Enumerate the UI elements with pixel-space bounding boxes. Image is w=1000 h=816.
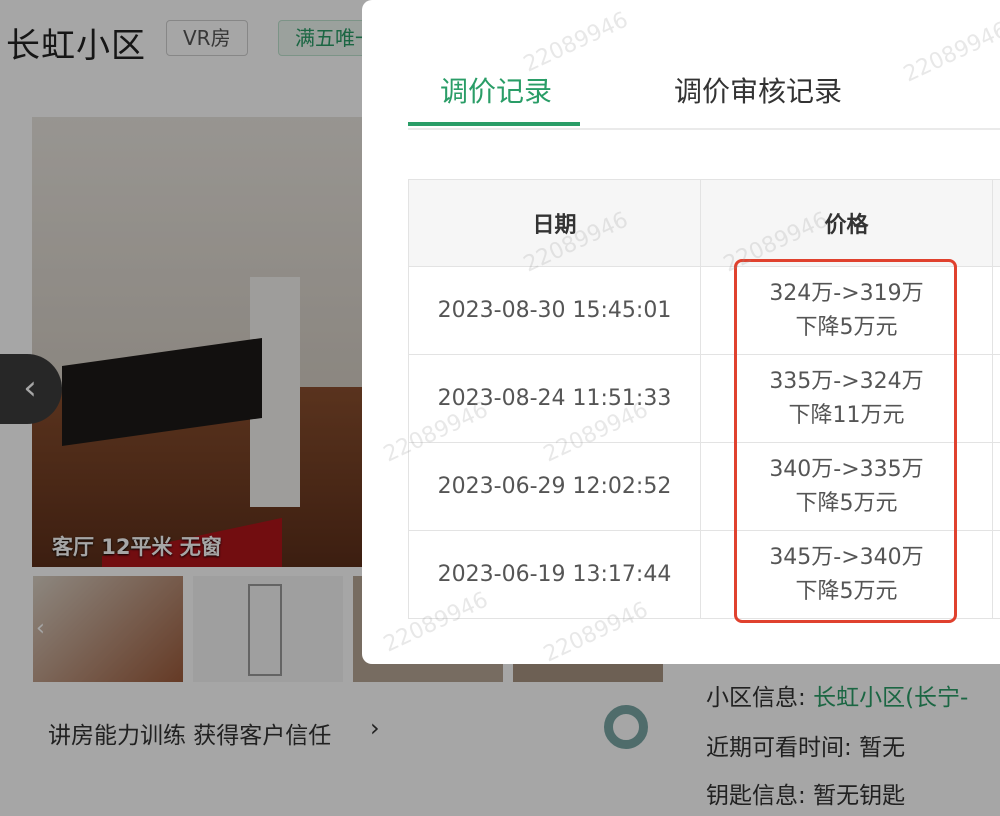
tab-price-review[interactable]: 调价审核记录	[674, 70, 842, 110]
row-extra	[992, 530, 1000, 619]
header-date: 日期	[408, 179, 701, 267]
row-extra	[992, 266, 1000, 355]
header-price: 价格	[700, 179, 993, 267]
row-date: 2023-08-30 15:45:01	[408, 266, 701, 355]
active-tab-indicator	[408, 122, 580, 126]
header-extra	[992, 179, 1000, 267]
tab-price-adjust[interactable]: 调价记录	[440, 70, 552, 110]
row-date: 2023-08-24 11:51:33	[408, 354, 701, 443]
row-date: 2023-06-29 12:02:52	[408, 442, 701, 531]
table-header-row: 日期 价格	[408, 179, 1000, 267]
price-highlight-box	[734, 259, 957, 623]
row-extra	[992, 354, 1000, 443]
modal-tabs: 调价记录 调价审核记录	[408, 0, 1000, 130]
row-extra	[992, 442, 1000, 531]
row-date: 2023-06-19 13:17:44	[408, 530, 701, 619]
